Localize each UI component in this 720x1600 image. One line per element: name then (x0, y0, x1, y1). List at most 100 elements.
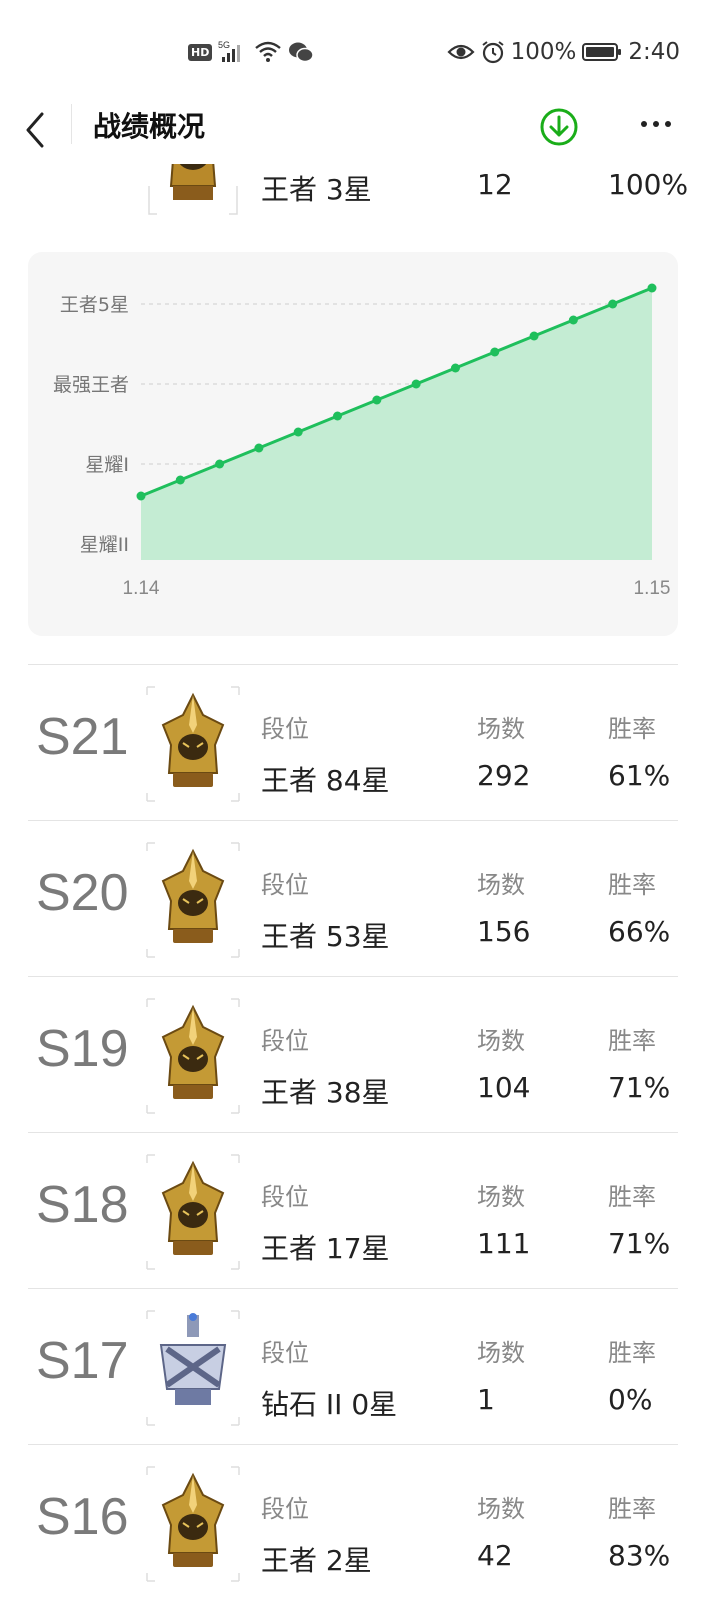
area-fill (141, 288, 652, 560)
status-bar: HD 5G 100% 2:40 (0, 0, 720, 100)
games-value: 104 (477, 1071, 531, 1104)
games-value: 1 (477, 1383, 495, 1416)
data-point (136, 491, 146, 501)
rank-label: 段位 (261, 1339, 309, 1367)
data-point (254, 443, 264, 453)
more-dots-icon (641, 121, 671, 127)
games-label: 场数 (477, 1495, 525, 1523)
king-rank-icon (148, 164, 238, 215)
games-value: 111 (477, 1227, 531, 1260)
more-button[interactable] (636, 108, 676, 140)
x-tick-label: 1.15 (634, 578, 671, 599)
season-row[interactable]: S16 段位 场数 胜率 王者 2星 42 83% (28, 1444, 678, 1600)
x-tick-label: 1.14 (123, 578, 160, 599)
season-list[interactable]: S22 王者 3星 12 100% 王者5星最强王者星耀I 星耀II 1.14 1.1… (0, 164, 720, 1600)
games-label: 场数 (477, 1027, 525, 1055)
games-label: 场数 (477, 1183, 525, 1211)
wifi-icon (255, 41, 282, 62)
rank-label: 段位 (261, 871, 309, 899)
games-value: 156 (477, 915, 531, 948)
hd-badge: HD (188, 43, 213, 61)
y-tick-label: 王者5星 (60, 294, 129, 316)
games-value: 12 (477, 168, 513, 201)
data-point (333, 411, 343, 421)
season-code: S21 (36, 708, 129, 766)
season-code: S16 (36, 1488, 129, 1546)
y-tick-label: 星耀I (85, 454, 129, 476)
back-button[interactable] (18, 106, 58, 154)
wechat-icon (289, 42, 315, 63)
nav-divider (71, 104, 72, 144)
data-point (608, 299, 618, 309)
win-rate-value: 66% (608, 915, 671, 948)
season-row[interactable]: S21 段位 场数 胜率王者 84星 292 61% (28, 664, 678, 821)
status-right: 100% 2:40 (447, 38, 680, 66)
rank-label: 段位 (261, 1183, 309, 1211)
king-rank-icon (146, 998, 240, 1114)
king-rank-icon (146, 1466, 240, 1582)
win-rate-label: 胜率 (608, 1339, 656, 1367)
rank-label: 段位 (261, 1027, 309, 1055)
download-button[interactable] (538, 106, 580, 148)
data-point (293, 427, 303, 437)
rank-trend-chart: 王者5星最强王者星耀I 星耀II 1.14 1.15 (28, 252, 678, 636)
rank-value: 王者 84星 (261, 764, 390, 797)
win-rate-label: 胜率 (608, 1027, 656, 1055)
rank-value: 王者 17星 (261, 1232, 390, 1265)
rank-value: 王者 38星 (261, 1076, 390, 1109)
status-left: HD 5G (188, 38, 315, 66)
win-rate-value: 83% (608, 1539, 671, 1572)
win-rate-value: 100% (608, 168, 689, 201)
data-point (411, 379, 421, 389)
data-point (490, 347, 500, 357)
battery-icon (582, 43, 622, 61)
alarm-icon (481, 41, 504, 64)
season-row-current[interactable]: S22 王者 3星 12 100% (28, 164, 688, 230)
clock-time: 2:40 (628, 39, 680, 65)
win-rate-value: 71% (608, 1071, 671, 1104)
season-row[interactable]: S18 段位 场数 胜率王者 17星 111 71% (28, 1132, 678, 1289)
season-code: S19 (36, 1020, 129, 1078)
battery-percent: 100% (510, 39, 577, 65)
season-row[interactable]: S17 段位 场数 胜率 钻石 II 0星 1 0% (28, 1288, 678, 1445)
diamond-rank-icon (146, 1310, 240, 1426)
games-value: 42 (477, 1539, 513, 1572)
games-value: 292 (477, 759, 531, 792)
win-rate-value: 61% (608, 759, 671, 792)
signal-icon: 5G (218, 40, 241, 62)
games-label: 场数 (477, 1339, 525, 1367)
win-rate-label: 胜率 (608, 715, 656, 743)
rank-value: 王者 53星 (261, 920, 390, 953)
data-point (372, 395, 382, 405)
chevron-left-icon (26, 112, 44, 148)
y-tick-label: 最强王者 (53, 374, 129, 396)
win-rate-label: 胜率 (608, 871, 656, 899)
season-code: S17 (36, 1332, 129, 1390)
games-label: 场数 (477, 871, 525, 899)
chart-svg: 王者5星最强王者星耀I 星耀II 1.14 1.15 (53, 283, 671, 599)
win-rate-value: 0% (608, 1383, 653, 1416)
data-point (647, 283, 657, 293)
games-label: 场数 (477, 715, 525, 743)
data-point (529, 331, 539, 341)
eye-icon (447, 44, 475, 60)
rank-value: 王者 3星 (261, 173, 372, 206)
season-code: S20 (36, 864, 129, 922)
season-row[interactable]: S20 段位 场数 胜率王者 53星 156 66% (28, 820, 678, 977)
page-title: 战绩概况 (93, 110, 206, 143)
network-label: 5G (218, 40, 230, 50)
win-rate-label: 胜率 (608, 1183, 656, 1211)
rank-label: 段位 (261, 715, 309, 743)
rank-label: 段位 (261, 1495, 309, 1523)
win-rate-label: 胜率 (608, 1495, 656, 1523)
data-point (215, 459, 225, 469)
season-code: S18 (36, 1176, 129, 1234)
download-circle-icon (540, 108, 578, 146)
king-rank-icon (146, 686, 240, 802)
win-rate-value: 71% (608, 1227, 671, 1260)
king-rank-icon (146, 842, 240, 958)
data-point (450, 363, 460, 373)
season-row[interactable]: S19 段位 场数 胜率王者 38星 104 71% (28, 976, 678, 1133)
y-tick-label: 星耀II (80, 534, 129, 556)
data-point (568, 315, 578, 325)
